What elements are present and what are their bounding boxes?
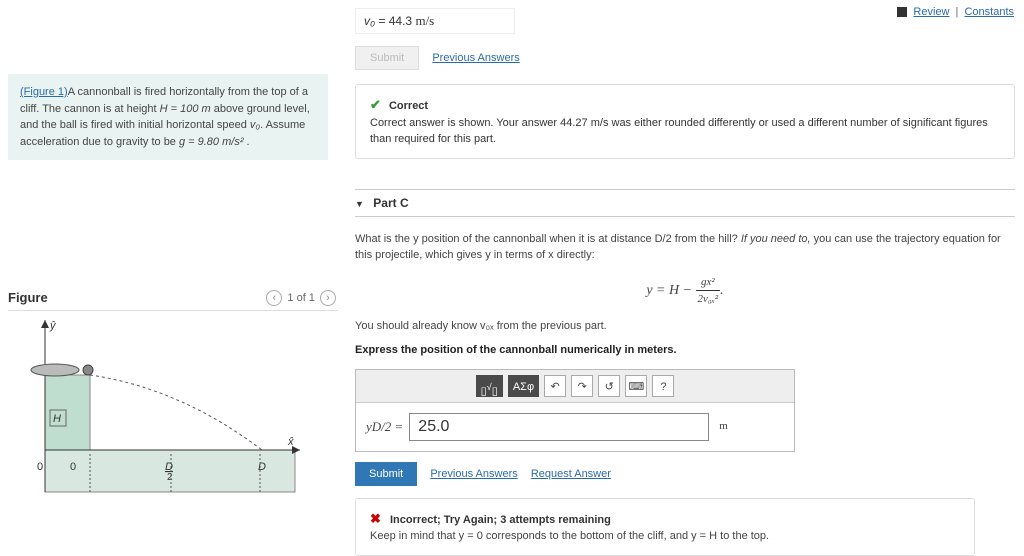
svg-text:ŷ: ŷ <box>49 320 57 332</box>
check-icon: ✔ <box>370 97 381 112</box>
prev-answer-unit: m/s <box>415 13 434 28</box>
figure-title: Figure <box>8 290 48 305</box>
problem-H: H = 100 m <box>160 103 211 115</box>
trajectory-equation: y = H − gx²2v₀ₓ². <box>355 274 1015 308</box>
part-c-header[interactable]: ▼ Part C <box>355 189 1015 217</box>
previous-answers-link[interactable]: Previous Answers <box>432 52 519 64</box>
figure-pager: 1 of 1 <box>287 292 315 304</box>
problem-v0: v₀ <box>250 119 260 131</box>
partc-instruction: Express the position of the cannonball n… <box>355 342 1015 359</box>
answer-lhs: yD/2 = <box>366 417 403 437</box>
incorrect-body: Keep in mind that y = 0 corresponds to t… <box>370 530 769 542</box>
figure-svg: ŷ x̂ 0 0 D 2 D H <box>30 320 310 505</box>
help-button[interactable]: ? <box>652 375 674 397</box>
prev-answer-value: 44.3 <box>389 14 412 28</box>
keyboard-button[interactable]: ⌨ <box>625 375 647 397</box>
figure-next-button[interactable]: › <box>320 290 336 306</box>
collapse-icon: ▼ <box>355 199 364 209</box>
svg-text:D: D <box>258 461 266 473</box>
greek-button[interactable]: ΑΣφ <box>508 375 539 397</box>
figure-prev-button[interactable]: ‹ <box>266 290 282 306</box>
part-c-label: Part C <box>373 196 408 210</box>
correct-body: Correct answer is shown. Your answer 44.… <box>370 117 988 146</box>
x-icon: ✖ <box>370 511 381 526</box>
previous-answers-link-c[interactable]: Previous Answers <box>430 468 517 480</box>
answer-input[interactable] <box>409 413 709 441</box>
figure-header: Figure ‹ 1 of 1 › <box>8 290 338 306</box>
problem-text-d: . <box>244 136 250 148</box>
svg-text:2: 2 <box>167 472 173 483</box>
submit-button[interactable]: Submit <box>355 462 417 486</box>
feedback-correct: ✔ Correct Correct answer is shown. Your … <box>355 84 1015 159</box>
partc-question-1: What is the y position of the cannonball… <box>355 233 741 245</box>
request-answer-link[interactable]: Request Answer <box>531 468 611 480</box>
previous-answer-display: v₀ = 44.3 m/s <box>355 8 515 34</box>
svg-text:0: 0 <box>37 461 43 473</box>
reset-button[interactable]: ↺ <box>598 375 620 397</box>
answer-unit: m <box>719 418 728 435</box>
answer-box: ▯√▯ ΑΣφ ↶ ↷ ↺ ⌨ ? yD/2 = m <box>355 369 795 452</box>
undo-button[interactable]: ↶ <box>544 375 566 397</box>
redo-button[interactable]: ↷ <box>571 375 593 397</box>
feedback-incorrect: ✖ Incorrect; Try Again; 3 attempts remai… <box>355 498 975 556</box>
prev-answer-lhs: v₀ = <box>364 14 385 28</box>
problem-g: g = 9.80 m/s² <box>179 136 244 148</box>
submit-button-disabled: Submit <box>355 46 419 70</box>
answer-toolbar: ▯√▯ ΑΣφ ↶ ↷ ↺ ⌨ ? <box>356 370 794 403</box>
figure-link[interactable]: (Figure 1) <box>20 86 68 98</box>
svg-text:0: 0 <box>70 461 76 473</box>
svg-text:H: H <box>53 413 61 425</box>
partc-post-equation: You should already know v₀ₓ from the pre… <box>355 318 1015 335</box>
incorrect-title: Incorrect; Try Again; 3 attempts remaini… <box>390 514 611 526</box>
svg-text:x̂: x̂ <box>287 436 294 448</box>
problem-statement: (Figure 1)A cannonball is fired horizont… <box>8 74 328 160</box>
template-button[interactable]: ▯√▯ <box>476 375 503 397</box>
correct-title: Correct <box>389 100 428 112</box>
partc-hint-lead: If you need to, <box>741 233 811 245</box>
figure-divider <box>8 310 338 311</box>
